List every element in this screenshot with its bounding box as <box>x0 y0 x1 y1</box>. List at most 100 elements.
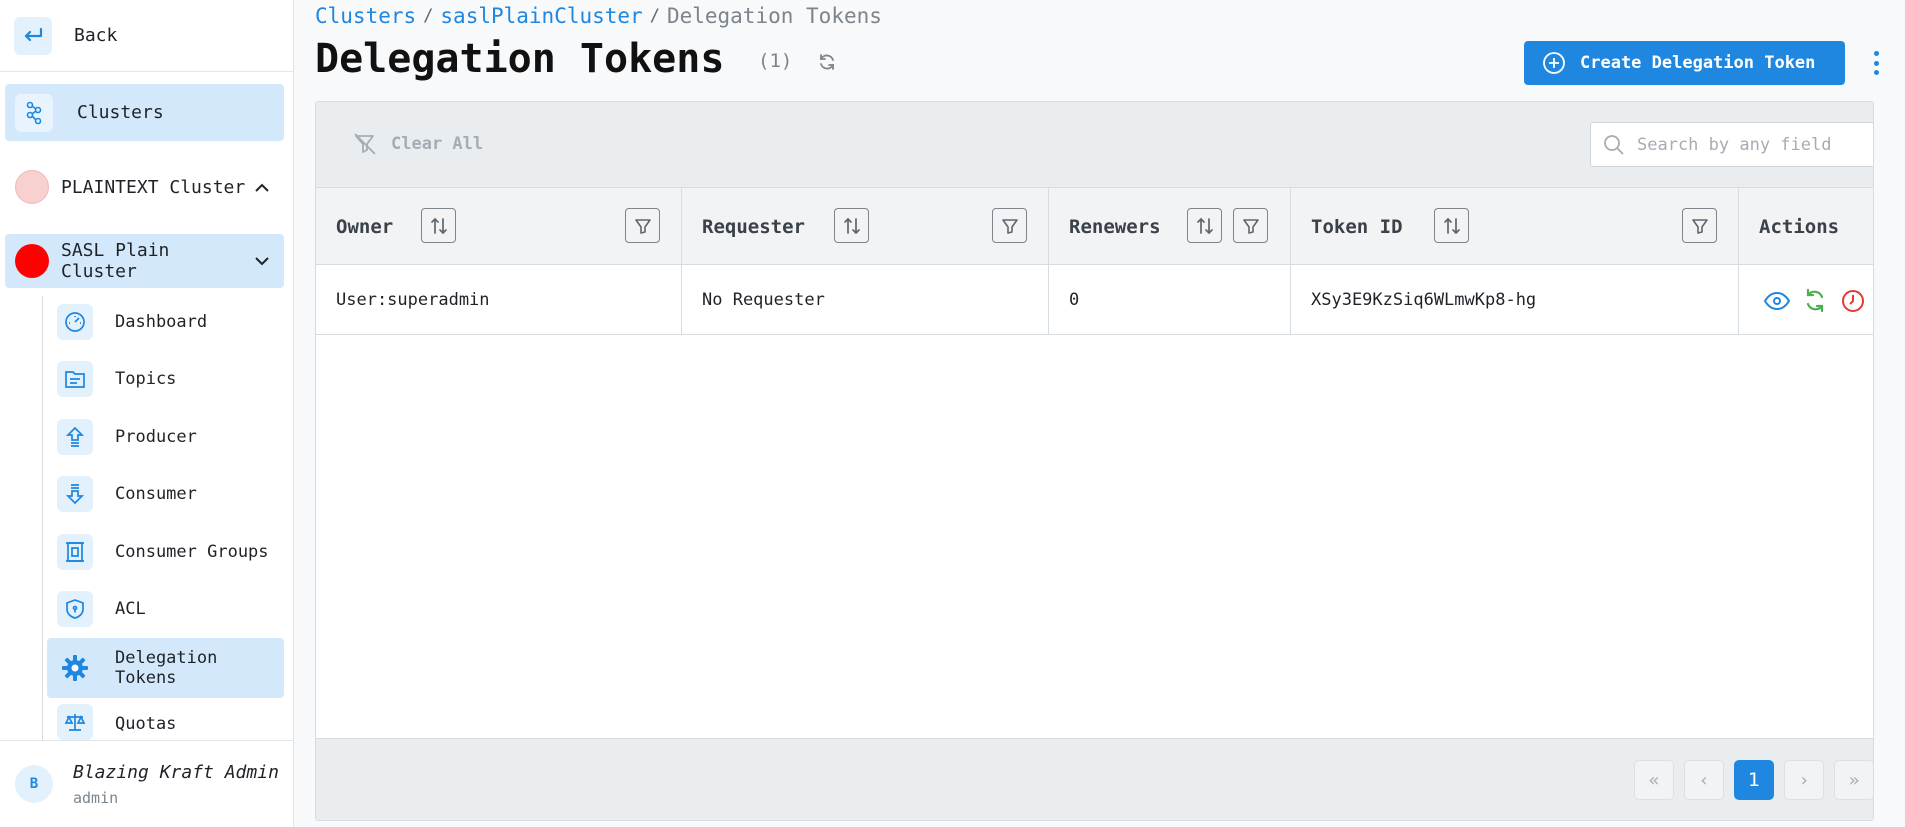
clear-all-button[interactable]: Clear All <box>353 133 483 155</box>
nav-label: Consumer <box>115 483 197 504</box>
sidebar-item-dashboard[interactable]: Dashboard <box>47 293 284 350</box>
breadcrumb-current: Delegation Tokens <box>666 4 882 28</box>
sidebar: Back Clusters PLAINTEXT Cluster SASL Pla… <box>0 0 294 827</box>
clusters-label: Clusters <box>77 102 164 123</box>
column-requester: Requester <box>682 188 1049 265</box>
user-role: admin <box>73 788 119 807</box>
clusters-icon <box>15 93 53 132</box>
cell-token-id: XSy3E9KzSiq6WLmwKp8-hg <box>1291 265 1739 335</box>
breadcrumb-cluster[interactable]: saslPlainCluster <box>440 4 642 28</box>
plus-circle-icon <box>1542 51 1566 75</box>
back-label: Back <box>74 25 118 46</box>
filter-off-icon <box>353 133 377 155</box>
back-arrow-icon <box>14 16 52 55</box>
search-box[interactable] <box>1590 122 1873 167</box>
expire-clock-icon[interactable] <box>1839 287 1867 315</box>
owner-value: User:superadmin <box>336 290 490 310</box>
user-name: Blazing Kraft Admin <box>73 761 279 783</box>
search-input[interactable] <box>1637 134 1857 155</box>
view-eye-icon[interactable] <box>1763 287 1791 315</box>
filter-icon[interactable] <box>625 208 660 243</box>
cluster-color-dot <box>15 170 49 204</box>
breadcrumb-separator: / <box>423 6 434 26</box>
sort-icon[interactable] <box>1434 208 1469 243</box>
filter-icon[interactable] <box>1682 208 1717 243</box>
sidebar-item-quotas[interactable]: Quotas <box>47 698 284 740</box>
sort-icon[interactable] <box>834 208 869 243</box>
next-page-button[interactable]: › <box>1784 760 1824 800</box>
first-page-button[interactable]: « <box>1634 760 1674 800</box>
tokens-table-card: Clear All Owner Requester <box>315 101 1874 821</box>
cell-renewers: 0 <box>1049 265 1291 335</box>
column-label: Token ID <box>1311 215 1403 238</box>
search-icon <box>1603 134 1625 156</box>
requester-value: No Requester <box>702 290 825 310</box>
page-title: Delegation Tokens <box>315 36 725 82</box>
column-label: Requester <box>702 215 805 238</box>
nav-label: Producer <box>115 426 197 447</box>
tree-line <box>42 296 43 740</box>
chevron-up-icon[interactable] <box>252 183 272 192</box>
filter-icon[interactable] <box>1233 208 1268 243</box>
download-arrow-icon <box>57 475 93 512</box>
chevron-down-icon[interactable] <box>252 256 272 266</box>
nav-label: ACL <box>115 598 146 619</box>
last-page-button[interactable]: » <box>1834 760 1873 800</box>
breadcrumb-separator: / <box>649 6 660 26</box>
cluster-sasl-plain[interactable]: SASL Plain Cluster <box>5 234 284 288</box>
sidebar-item-delegation-tokens[interactable]: Delegation Tokens <box>47 638 284 698</box>
pagination: « ‹ 1 › » <box>316 738 1873 820</box>
sidebar-item-topics[interactable]: Topics <box>47 350 284 407</box>
sidebar-item-producer[interactable]: Producer <box>47 408 284 465</box>
filter-icon[interactable] <box>992 208 1027 243</box>
table-header: Owner Requester Renewers Token ID Action… <box>316 188 1873 265</box>
table-row: User:superadmin No Requester 0 XSy3E9KzS… <box>316 265 1873 335</box>
renew-icon[interactable] <box>1801 287 1829 315</box>
nav-label: Dashboard <box>115 311 208 332</box>
page-1-button[interactable]: 1 <box>1734 760 1774 800</box>
sidebar-item-consumer-groups[interactable]: Consumer Groups <box>47 523 284 580</box>
nav-label: Topics <box>115 368 177 389</box>
create-button-label: Create Delegation Token <box>1580 53 1816 73</box>
column-token-id: Token ID <box>1291 188 1739 265</box>
column-label: Owner <box>336 215 394 238</box>
user-profile[interactable]: B Blazing Kraft Admin admin <box>0 740 293 827</box>
table-toolbar: Clear All <box>316 102 1873 188</box>
refresh-icon[interactable] <box>815 50 839 74</box>
cluster-name: SASL Plain Cluster <box>61 240 170 282</box>
renewers-value: 0 <box>1069 290 1080 310</box>
more-options-icon[interactable] <box>1866 47 1886 79</box>
cluster-color-dot <box>15 244 49 278</box>
column-label: Renewers <box>1069 215 1161 238</box>
gauge-icon <box>57 303 93 340</box>
nav-label: Quotas <box>115 714 177 734</box>
sidebar-item-clusters[interactable]: Clusters <box>5 84 284 141</box>
token-id-value: XSy3E9KzSiq6WLmwKp8-hg <box>1311 290 1537 310</box>
cluster-name: PLAINTEXT Cluster <box>61 176 246 198</box>
group-icon <box>57 533 93 570</box>
clear-all-label: Clear All <box>391 134 484 154</box>
column-label: Actions <box>1759 215 1840 238</box>
column-actions: Actions <box>1739 188 1873 265</box>
nav-label: Consumer Groups <box>115 541 269 562</box>
gear-icon <box>57 650 93 686</box>
prev-page-button[interactable]: ‹ <box>1684 760 1724 800</box>
sort-icon[interactable] <box>1187 208 1222 243</box>
upload-arrow-icon <box>57 418 93 455</box>
back-button[interactable]: Back <box>0 0 293 72</box>
sidebar-item-acl[interactable]: ACL <box>47 580 284 637</box>
create-delegation-token-button[interactable]: Create Delegation Token <box>1524 41 1845 85</box>
cluster-plaintext[interactable]: PLAINTEXT Cluster <box>5 160 284 214</box>
token-count: (1) <box>758 50 793 72</box>
sidebar-item-consumer[interactable]: Consumer <box>47 465 284 522</box>
folder-icon <box>57 360 93 397</box>
column-renewers: Renewers <box>1049 188 1291 265</box>
cell-owner: User:superadmin <box>316 265 682 335</box>
shield-icon <box>57 590 93 627</box>
breadcrumb-clusters[interactable]: Clusters <box>315 4 416 28</box>
column-owner: Owner <box>316 188 682 265</box>
breadcrumb: Clusters / saslPlainCluster / Delegation… <box>315 4 882 28</box>
cell-requester: No Requester <box>682 265 1049 335</box>
sort-icon[interactable] <box>421 208 456 243</box>
cell-actions <box>1739 265 1873 335</box>
